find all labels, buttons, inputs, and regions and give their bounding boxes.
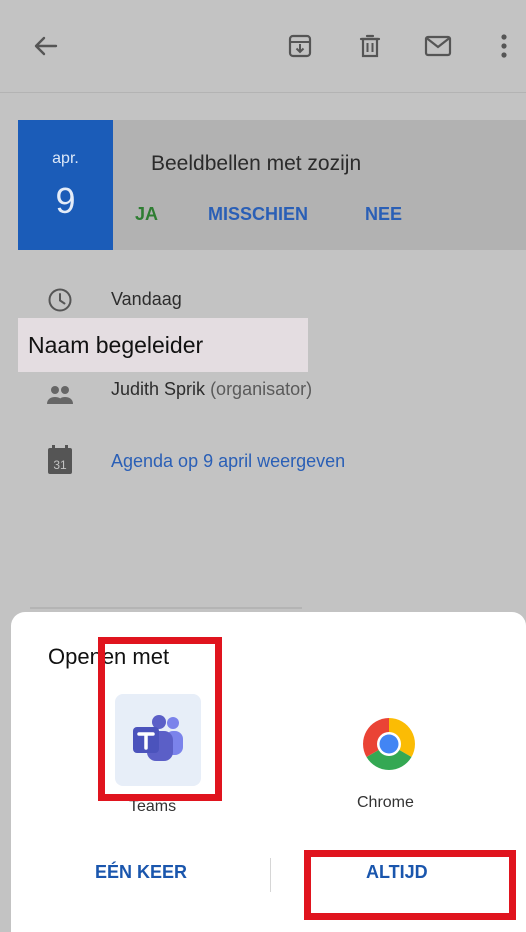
- archive-icon[interactable]: [282, 28, 318, 64]
- event-month: apr.: [52, 150, 79, 167]
- event-card: apr. 9 Beeldbellen met zozijn JA MISSCHI…: [18, 120, 526, 250]
- calendar-icon: 31: [42, 442, 78, 478]
- annotation-label-box: Naam begeleider: [18, 318, 308, 372]
- mail-icon[interactable]: [420, 28, 456, 64]
- more-vert-icon[interactable]: [486, 28, 522, 64]
- buttons-divider: [270, 858, 271, 892]
- rsvp-yes-button[interactable]: JA: [135, 204, 158, 225]
- organizer[interactable]: Judith Sprik (organisator): [111, 379, 312, 400]
- rsvp-no-button[interactable]: NEE: [365, 204, 402, 225]
- once-button[interactable]: EÉN KEER: [95, 862, 187, 883]
- clock-icon: [42, 282, 78, 318]
- toolbar-divider: [0, 92, 526, 93]
- rsvp-maybe-button[interactable]: MISSCHIEN: [208, 204, 308, 225]
- teams-highlight-box: [98, 637, 222, 801]
- toolbar: [0, 0, 526, 92]
- chrome-icon[interactable]: [361, 716, 417, 777]
- always-highlight-box: [304, 850, 516, 920]
- calendar-link[interactable]: Agenda op 9 april weergeven: [111, 451, 345, 472]
- arrow-left-icon[interactable]: [28, 28, 64, 64]
- chrome-app-label[interactable]: Chrome: [357, 794, 414, 812]
- annotation-label: Naam begeleider: [28, 332, 204, 358]
- calendar-icon-day: 31: [53, 458, 67, 472]
- event-day: 9: [55, 180, 76, 221]
- event-time: Vandaag: [111, 289, 182, 309]
- email-screen: apr. 9 Beeldbellen met zozijn JA MISSCHI…: [0, 0, 526, 932]
- organizer-name: Judith Sprik: [111, 379, 206, 399]
- background-divider: [30, 607, 302, 609]
- people-icon: [42, 377, 78, 413]
- trash-icon[interactable]: [352, 28, 388, 64]
- event-title: Beeldbellen met zozijn: [151, 152, 362, 175]
- organizer-role: (organisator): [210, 379, 313, 399]
- date-block: apr. 9: [18, 120, 113, 250]
